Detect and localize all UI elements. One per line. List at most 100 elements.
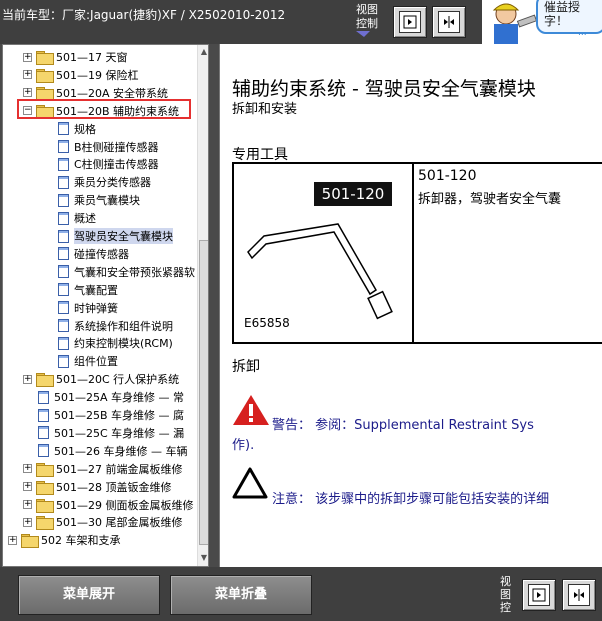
tree-item[interactable]: 约束控制模块(RCM) <box>58 334 173 352</box>
expand-icon[interactable]: + <box>23 464 32 474</box>
expand-icon[interactable]: + <box>23 70 32 80</box>
document-subtitle: 拆卸和安装 <box>232 102 298 117</box>
view-single-pane-button[interactable] <box>393 6 427 38</box>
document-icon <box>58 354 69 368</box>
tree-item-label: C柱侧撞击传感器 <box>74 158 159 172</box>
tree-item-label: 501—27 前端金属板维修 <box>56 462 183 476</box>
pane-right-icon <box>399 11 421 33</box>
removal-heading: 拆卸 <box>232 359 260 375</box>
expand-icon[interactable]: + <box>23 52 32 62</box>
tree-item[interactable]: 系统操作和组件说明 <box>58 317 173 335</box>
tree-item-label: 气囊和安全带预张紧器软 <box>74 265 195 279</box>
vehicle-label: 当前车型：厂家:Jaguar(捷豹)XF / X2502010-2012 <box>2 8 286 22</box>
tree-item-label: 系统操作和组件说明 <box>74 319 173 333</box>
scrollbar-thumb[interactable] <box>199 240 208 545</box>
expand-icon[interactable]: + <box>23 500 32 509</box>
folder-icon <box>36 516 54 531</box>
warning-text[interactable]: 警告： 参阅：Supplemental Restraint Sys <box>272 414 534 433</box>
tree-item-label: 501—19 保险杠 <box>56 68 139 82</box>
expand-menu-button[interactable]: 菜单展开 <box>18 575 160 615</box>
expand-icon[interactable]: + <box>23 374 32 384</box>
tree-item[interactable]: 501—25A 车身维修 — 常 <box>38 388 184 406</box>
document-icon <box>58 283 69 297</box>
folder-icon <box>36 373 54 388</box>
mechanic-icon <box>492 3 538 44</box>
tree-item-label: 502 车架和支承 <box>41 534 121 548</box>
advertisement-banner[interactable]: 催益授字！ ... <box>482 0 602 44</box>
tool-image-code: E65858 <box>244 316 290 330</box>
expand-icon[interactable]: + <box>23 517 32 527</box>
caution-icon <box>232 467 268 499</box>
tree-scrollbar[interactable]: ▲ ▼ <box>197 45 208 566</box>
navigation-tree[interactable]: +501—17 天窗 +501—19 保险杠 +501—20A 安全带系统 −501—… <box>2 44 209 567</box>
tree-item[interactable]: C柱侧撞击传感器 <box>58 155 159 173</box>
folder-icon <box>36 462 54 477</box>
tree-item[interactable]: +501—27 前端金属板维修 <box>23 460 183 478</box>
tree-item[interactable]: 概述 <box>58 209 96 227</box>
tree-item[interactable]: 501—26 车身维修 — 车辆 <box>38 442 187 460</box>
tree-item[interactable]: 组件位置 <box>58 352 118 370</box>
tree-item[interactable]: 乘员气囊模块 <box>58 191 140 209</box>
view-control-label-bottom: 视图控 <box>500 575 511 614</box>
view-split-pane-button-bottom[interactable] <box>562 579 596 611</box>
tree-item-label: 501—26 车身维修 — 车辆 <box>54 444 188 458</box>
tree-item-label: 驾驶员安全气囊模块 <box>74 228 173 244</box>
tree-item[interactable]: +501—30 尾部金属板维修 <box>23 513 183 531</box>
document-icon <box>58 122 69 136</box>
document-icon <box>58 140 69 153</box>
view-split-pane-button[interactable] <box>432 6 466 38</box>
tree-item-label: 501—30 尾部金属板维修 <box>56 516 183 530</box>
tree-item-label: 气囊配置 <box>74 283 118 297</box>
tree-item[interactable]: 气囊配置 <box>58 281 118 299</box>
tree-item-label: 约束控制模块(RCM) <box>74 337 173 351</box>
expand-icon[interactable]: + <box>23 482 32 492</box>
document-icon <box>58 157 69 171</box>
tree-item-label: 概述 <box>74 212 96 226</box>
tree-item[interactable]: 规格 <box>58 120 96 138</box>
tool-image-cell: 501-120 E65858 <box>234 164 414 342</box>
expand-icon[interactable]: + <box>23 88 32 98</box>
tool-description: 拆卸器，驾驶者安全气囊 <box>418 192 562 207</box>
selection-highlight-box <box>17 99 191 119</box>
expand-icon[interactable]: + <box>8 535 17 545</box>
document-icon <box>38 444 49 458</box>
tree-item-label: 乘员分类传感器 <box>74 176 151 190</box>
bottom-bar: 菜单展开 菜单折叠 视图控 <box>0 567 602 621</box>
collapse-menu-button[interactable]: 菜单折叠 <box>170 575 312 615</box>
scroll-down-icon[interactable]: ▼ <box>199 553 208 563</box>
tree-item[interactable]: +501—28 顶盖钣金维修 <box>23 478 172 496</box>
tree-item[interactable]: 气囊和安全带预张紧器软 <box>58 263 195 281</box>
view-control-label: 视图控制 <box>356 3 384 37</box>
tree-item[interactable]: +501—17 天窗 <box>23 48 128 66</box>
pane-split-icon <box>438 11 460 33</box>
tree-item[interactable]: 碰撞传感器 <box>58 245 129 263</box>
document-icon <box>38 390 49 404</box>
ad-text: 催益授字！ <box>544 0 581 28</box>
tree-item-label: 乘员气囊模块 <box>74 194 140 208</box>
view-single-pane-button-bottom[interactable] <box>522 579 556 611</box>
ad-more-text: ... <box>578 28 587 38</box>
folder-icon <box>21 534 39 549</box>
tree-item[interactable]: B柱侧碰撞传感器 <box>58 138 159 156</box>
tree-item[interactable]: +501—29 侧面板金属板维修 <box>23 496 194 514</box>
tree-item[interactable]: 501—25C 车身维修 — 漏 <box>38 424 184 442</box>
tree-item[interactable]: +501—20C 行人保护系统 <box>23 370 179 388</box>
tree-item[interactable]: +501—19 保险杠 <box>23 66 139 84</box>
document-title: 辅助约束系统 - 驾驶员安全气囊模块 <box>232 78 536 100</box>
document-icon <box>58 319 69 332</box>
folder-icon <box>36 68 54 83</box>
special-tools-heading: 专用工具 <box>232 147 288 163</box>
pane-split-icon <box>568 584 590 606</box>
tree-item[interactable]: 乘员分类传感器 <box>58 173 151 191</box>
dropdown-arrow-icon <box>356 31 370 37</box>
folder-icon <box>36 480 54 495</box>
document-icon <box>58 247 69 261</box>
tree-item-label: 501—17 天窗 <box>56 51 128 64</box>
tree-item[interactable]: 时钟弹簧 <box>58 299 118 317</box>
scroll-up-icon[interactable]: ▲ <box>199 47 208 57</box>
warning-text-continued: 作). <box>232 438 255 453</box>
tree-item[interactable]: 驾驶员安全气囊模块 <box>58 227 173 245</box>
document-icon <box>58 336 69 350</box>
tree-item[interactable]: +502 车架和支承 <box>8 531 121 549</box>
tree-item[interactable]: 501—25B 车身维修 — 腐 <box>38 406 184 424</box>
